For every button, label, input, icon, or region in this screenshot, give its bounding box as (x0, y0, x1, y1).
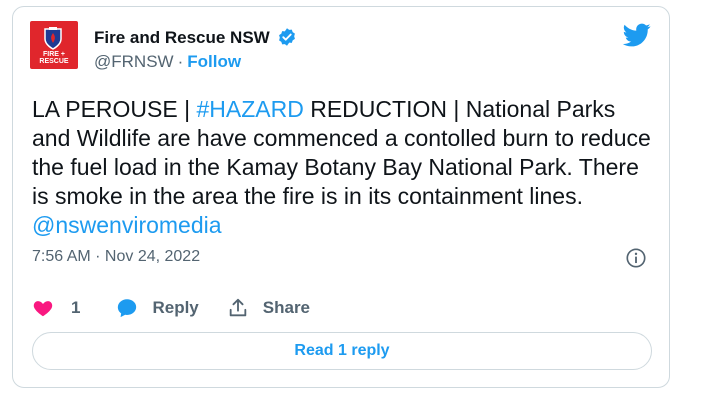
avatar[interactable]: FIRE + RESCUE (30, 21, 78, 69)
handle-row: @FRNSW · Follow (94, 52, 241, 72)
reply-button[interactable]: Reply (116, 297, 199, 319)
read-replies-button[interactable]: Read 1 reply (32, 332, 652, 370)
reply-bubble-icon (118, 299, 137, 318)
avatar-text: FIRE + RESCUE (39, 51, 69, 65)
info-icon[interactable] (625, 247, 647, 269)
share-label: Share (262, 298, 311, 317)
verified-badge-icon (279, 28, 295, 46)
like-count: 1 (71, 298, 81, 317)
author-handle[interactable]: @FRNSW (94, 52, 174, 71)
fire-rescue-emblem-icon (44, 27, 62, 50)
separator: · (177, 52, 184, 71)
share-icon (229, 298, 247, 317)
mention-link[interactable]: @nswenviromedia (32, 212, 222, 238)
tweet-text: LA PEROUSE | #HAZARD REDUCTION | Nationa… (32, 95, 660, 240)
share-button[interactable]: Share (227, 297, 310, 319)
follow-button[interactable]: Follow (187, 52, 241, 71)
reply-label: Reply (152, 298, 199, 317)
tweet-text-part: LA PEROUSE | (32, 96, 197, 122)
twitter-bird-icon[interactable] (621, 21, 653, 49)
hashtag-link[interactable]: #HAZARD (196, 96, 303, 122)
heart-icon (33, 301, 53, 317)
like-button[interactable]: 1 (32, 297, 80, 319)
timestamp[interactable]: 7:56 AM · Nov 24, 2022 (32, 248, 200, 266)
author-name[interactable]: Fire and Rescue NSW (94, 28, 270, 48)
action-bar: 1 Reply Share (32, 296, 310, 320)
